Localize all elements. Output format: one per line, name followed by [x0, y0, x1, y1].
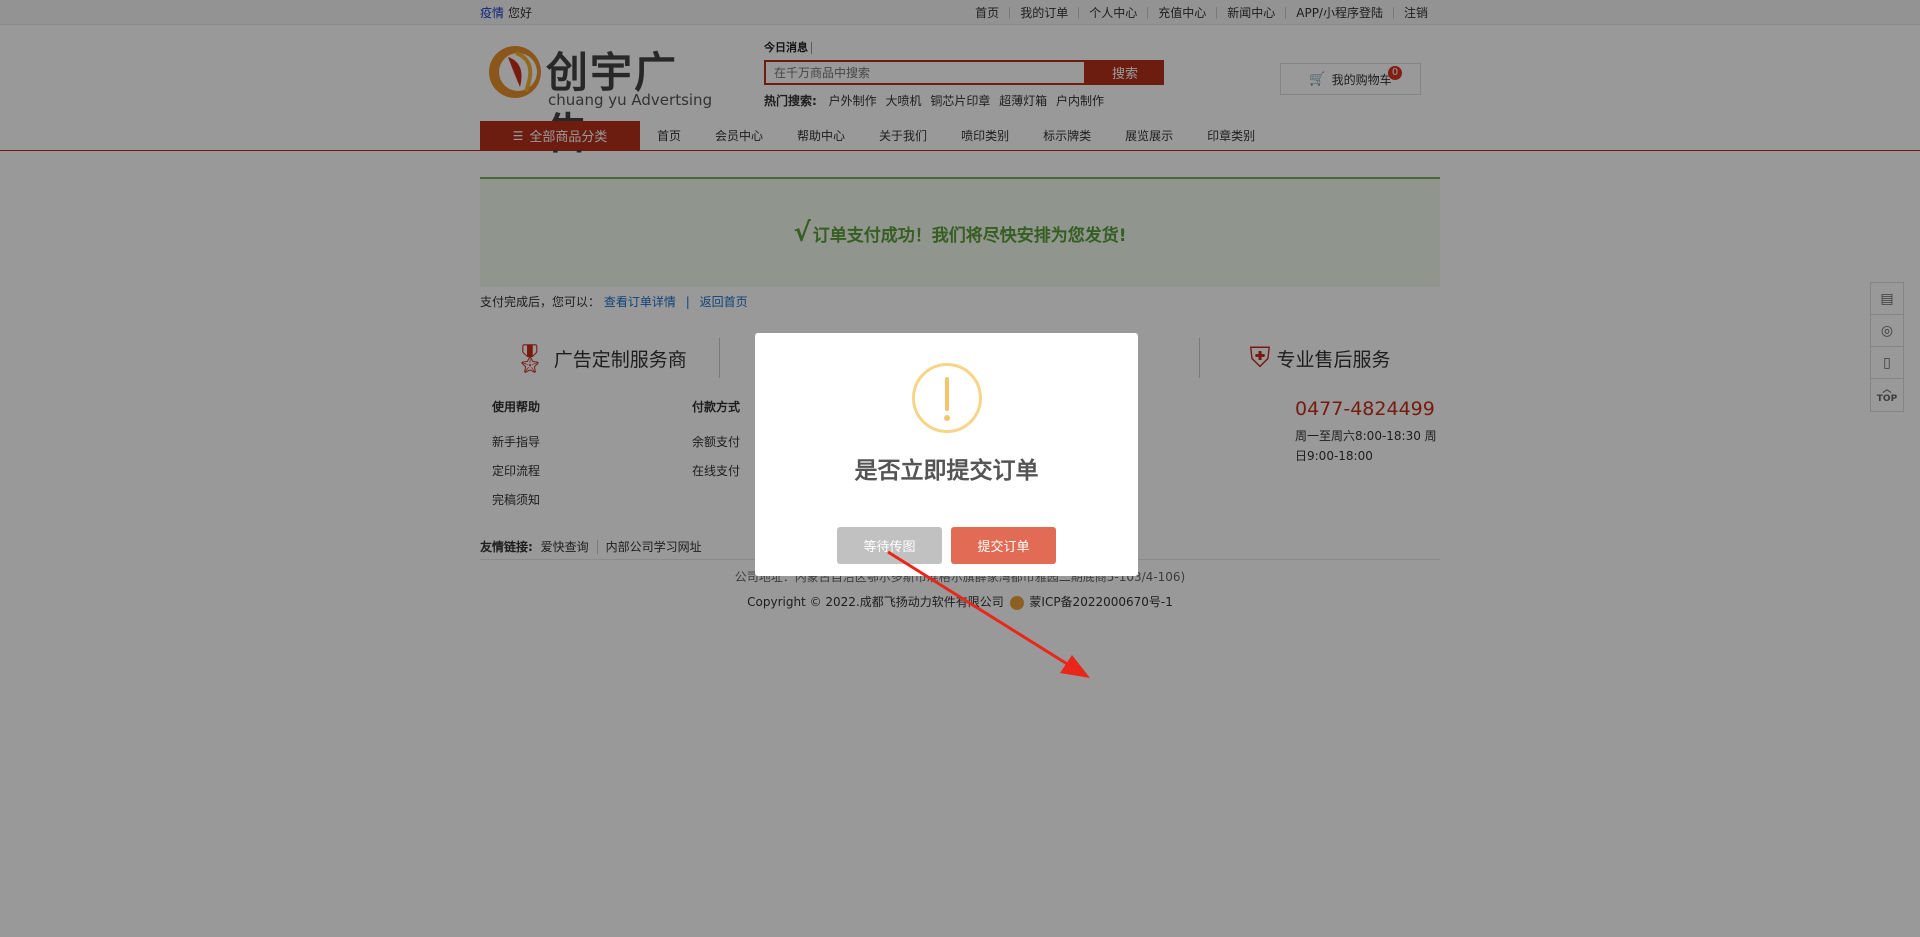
warning-icon [911, 363, 982, 433]
dialog-title: 是否立即提交订单 [854, 458, 1039, 484]
warning-bar [944, 377, 949, 411]
confirm-submit-dialog: 是否立即提交订单 等待传图 提交订单 [755, 333, 1138, 576]
submit-order-button[interactable]: 提交订单 [951, 527, 1056, 564]
warning-dot [943, 415, 950, 421]
dialog-buttons: 等待传图 提交订单 [755, 527, 1138, 564]
wait-upload-button[interactable]: 等待传图 [837, 527, 942, 564]
